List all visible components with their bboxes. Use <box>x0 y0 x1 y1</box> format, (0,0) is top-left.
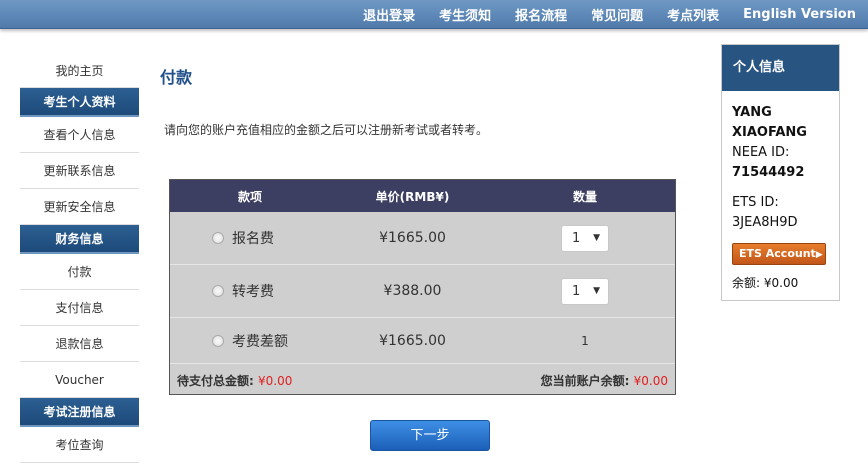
personal-info-body: YANG XIAOFANG NEEA ID: 71544492 ETS ID: … <box>722 91 839 293</box>
quantity-cell: 1 ▼ <box>495 277 675 305</box>
table-header: 款项 单价(RMB¥) 数量 <box>170 180 675 212</box>
sidebar-item-payment[interactable]: 付款 <box>20 254 139 290</box>
personal-info-panel: 个人信息 YANG XIAOFANG NEEA ID: 71544492 ETS… <box>721 44 840 301</box>
price-cell: ¥388.00 <box>383 283 442 299</box>
item-cell: 报名费 <box>170 228 330 248</box>
quantity-select[interactable]: 1 ▼ <box>561 277 609 305</box>
logout-link[interactable]: 退出登录 <box>363 5 415 24</box>
sidebar-item-view-profile[interactable]: 查看个人信息 <box>20 117 139 153</box>
dropdown-arrow-icon: ▼ <box>593 232 600 243</box>
sidebar-item-home[interactable]: 我的主页 <box>20 54 139 88</box>
sidebar-item-update-security[interactable]: 更新安全信息 <box>20 189 139 225</box>
item-cell: 考费差额 <box>170 331 330 351</box>
price-cell: ¥1665.00 <box>379 332 446 349</box>
personal-info-title: 个人信息 <box>722 45 839 91</box>
ets-id-label: ETS ID: <box>732 195 779 210</box>
neea-id-value: 71544492 <box>732 165 805 180</box>
sidebar-item-seat-search[interactable]: 考位查询 <box>20 427 139 463</box>
sidebar-section-finance: 财务信息 <box>20 225 139 254</box>
item-label: 报名费 <box>232 231 274 247</box>
sidebar-section-profile: 考生个人资料 <box>20 88 139 117</box>
item-label: 考费差额 <box>232 333 288 350</box>
payment-instruction: 请向您的账户充值相应的金额之后可以注册新考试或者转考。 <box>164 123 489 137</box>
total-due-amount: ¥0.00 <box>258 374 293 388</box>
fee-difference-radio[interactable] <box>212 334 224 347</box>
balance-text: 余额: ¥0.00 <box>732 276 799 290</box>
header-price: 单价(RMB¥) <box>375 189 450 204</box>
sidebar-item-payment-info[interactable]: 支付信息 <box>20 290 139 326</box>
candidate-name-line1: YANG <box>732 105 772 120</box>
candidate-name-line2: XIAOFANG <box>732 125 807 140</box>
next-step-button[interactable]: 下一步 <box>370 420 490 451</box>
ets-account-label: ETS Account <box>739 247 816 260</box>
neea-id-label: NEEA ID: <box>732 145 790 160</box>
table-footer: 待支付总金额: ¥0.00 您当前账户余额: ¥0.00 <box>170 364 675 397</box>
faq-link[interactable]: 常见问题 <box>591 5 643 24</box>
account-balance-label: 您当前账户余额: <box>540 374 630 388</box>
left-sidebar: 我的主页 考生个人资料 查看个人信息 更新联系信息 更新安全信息 财务信息 付款… <box>20 54 139 463</box>
table-row: 转考费 ¥388.00 1 ▼ <box>170 265 675 318</box>
play-arrow-icon: ▶ <box>815 250 823 260</box>
transfer-fee-radio[interactable] <box>212 285 224 297</box>
test-center-list-link[interactable]: 考点列表 <box>667 5 719 24</box>
sidebar-item-voucher[interactable]: Voucher <box>20 362 139 398</box>
item-cell: 转考费 <box>170 281 330 301</box>
ets-account-button[interactable]: ETS Account▶ <box>732 243 826 265</box>
sidebar-section-registration: 考试注册信息 <box>20 398 139 427</box>
english-version-link[interactable]: English Version <box>743 7 856 22</box>
table-row: 报名费 ¥1665.00 1 ▼ <box>170 212 675 265</box>
price-cell: ¥1665.00 <box>379 230 446 246</box>
header-quantity: 数量 <box>572 189 597 204</box>
registration-fee-radio[interactable] <box>212 232 224 244</box>
ets-id-value: 3JEA8H9D <box>732 215 798 230</box>
account-balance-amount: ¥0.00 <box>633 374 668 388</box>
sidebar-item-refund-info[interactable]: 退款信息 <box>20 326 139 362</box>
top-navigation-bar: 退出登录 考生须知 报名流程 常见问题 考点列表 English Version <box>0 0 868 29</box>
total-due-label: 待支付总金额: <box>177 374 254 388</box>
quantity-select[interactable]: 1 ▼ <box>561 224 609 252</box>
account-balance: 您当前账户余额: ¥0.00 <box>541 372 668 389</box>
top-nav-links: 退出登录 考生须知 报名流程 常见问题 考点列表 English Version <box>339 0 856 29</box>
payment-table: 款项 单价(RMB¥) 数量 报名费 ¥1665.00 1 ▼ 转考费 ¥388… <box>169 179 676 395</box>
quantity-value: 1 <box>572 230 581 246</box>
sidebar-item-update-contact[interactable]: 更新联系信息 <box>20 153 139 189</box>
item-label: 转考费 <box>232 284 274 300</box>
quantity-cell: 1 ▼ <box>495 224 675 252</box>
quantity-value: 1 <box>581 333 589 348</box>
candidate-notice-link[interactable]: 考生须知 <box>439 5 491 24</box>
total-due: 待支付总金额: ¥0.00 <box>177 372 292 389</box>
quantity-value: 1 <box>572 283 581 299</box>
dropdown-arrow-icon: ▼ <box>593 285 600 296</box>
page-title: 付款 <box>160 68 193 87</box>
registration-process-link[interactable]: 报名流程 <box>515 5 567 24</box>
table-row: 考费差额 ¥1665.00 1 <box>170 318 675 364</box>
header-item: 款项 <box>237 189 262 204</box>
